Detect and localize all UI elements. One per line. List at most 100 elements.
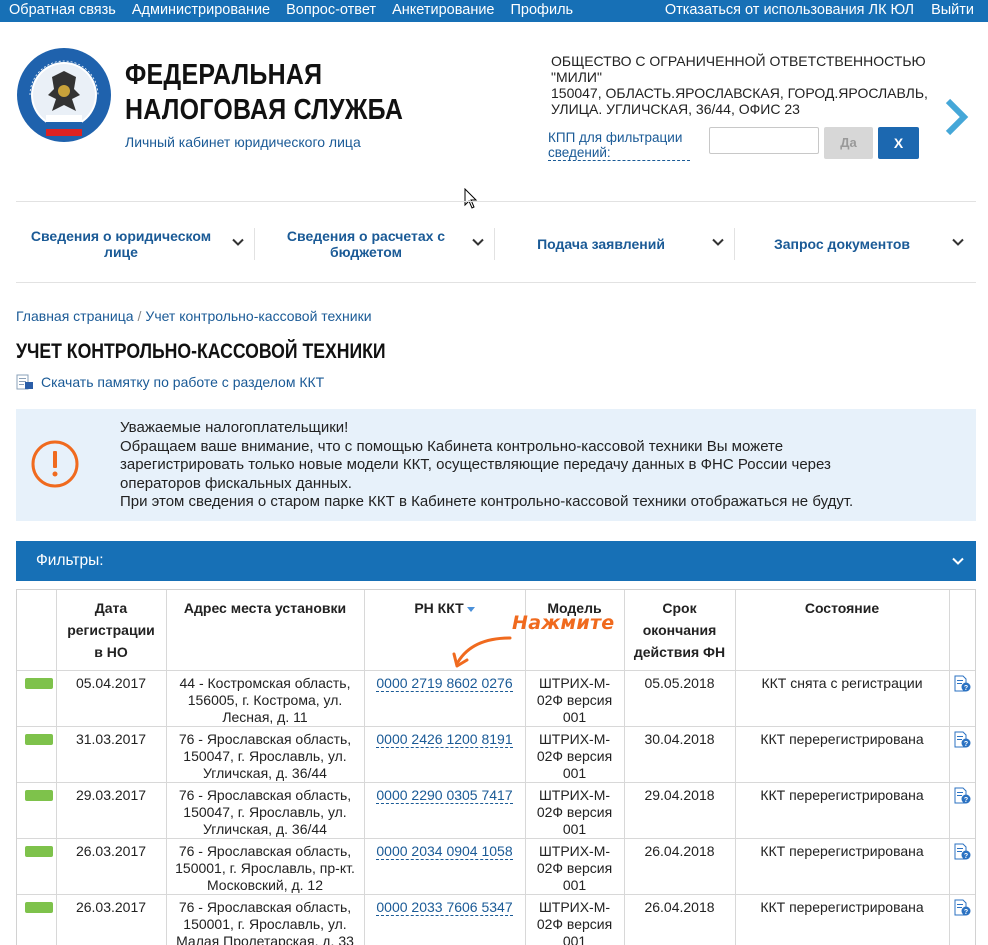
top-bar: Обратная связь Администрирование Вопрос-… [0,0,988,22]
cell-address: 76 - Ярославская область, 150001, г. Ярос… [165,838,364,895]
status-indicator [25,733,53,745]
status-indicator-cell [17,894,56,945]
document-info-icon[interactable]: ? [953,899,971,917]
organization-info: ОБЩЕСТВО С ОГРАНИЧЕННОЙ ОТВЕТСТВЕННОСТЬЮ… [551,53,941,117]
top-bar-left: Обратная связь Администрирование Вопрос-… [9,2,589,18]
nav-item-documents[interactable]: Запрос документов [736,226,976,262]
nav-item-budget[interactable]: Сведения о расчетах с бюджетом [256,226,494,262]
rn-kkt-link[interactable]: 0000 2033 7606 5347 [376,898,513,916]
chevron-down-icon [952,557,964,565]
org-address-line2: УЛИЦА. УГЛИЧСКАЯ, 36/44, ОФИС 23 [551,101,800,117]
filters-toggle[interactable]: Фильтры: [16,541,976,581]
model-line3: 001 [562,708,587,725]
model-line2: 02Ф версия [536,915,613,932]
click-hint: Нажмите [452,612,622,670]
cell-fn-expiry: 05.05.2018 [623,670,735,727]
link-logout[interactable]: Выйти [931,2,974,18]
nav-label-line2: бюджетом [329,244,403,260]
cell-fn-expiry: 29.04.2018 [623,782,735,839]
link-administration[interactable]: Администрирование [132,2,270,18]
rn-kkt-link[interactable]: 0000 2034 0904 1058 [376,842,513,860]
click-hint-label: Нажмите [512,612,615,634]
model-line2: 02Ф версия [536,747,613,764]
model-line3: 001 [562,820,587,837]
cell-rn-kkt: 0000 2290 0305 7417 [363,782,525,839]
chevron-right-icon[interactable] [942,97,972,137]
download-memo-link[interactable]: Скачать памятку по работе с разделом ККТ [16,374,324,390]
link-feedback[interactable]: Обратная связь [9,2,116,18]
kpp-filter-label[interactable]: КПП для фильтрации сведений: [548,130,690,161]
cell-status: ККТ перерегистрирована [734,726,949,783]
brand-title-line2: НАЛОГОВАЯ СЛУЖБА [125,94,404,126]
address-line1: 76 - Ярославская область, [178,730,352,747]
notice-text: Уважаемые налогоплательщики! Обращаем ва… [120,419,940,512]
nav-divider [734,228,735,260]
kpp-apply-button[interactable]: Да [824,127,873,159]
kpp-clear-button[interactable]: X [878,127,919,159]
rn-kkt-link[interactable]: 0000 2719 8602 0276 [376,674,513,692]
cell-rn-kkt: 0000 2426 1200 8191 [363,726,525,783]
cell-address: 76 - Ярославская область, 150001, г. Ярос… [165,894,364,945]
address-line1: 76 - Ярославская область, [178,842,352,859]
link-opt-out[interactable]: Отказаться от использования ЛК ЮЛ [665,2,914,18]
cell-actions: ? [948,838,975,895]
header-date-line1: Дата [94,600,128,616]
svg-text:?: ? [964,797,968,804]
fns-emblem-logo[interactable] [16,45,112,147]
address-line2: 156005, г. Кострома, ул. [187,691,343,708]
model-line2: 02Ф версия [536,859,613,876]
notice-line3: зарегистрировать только новые модели ККТ… [120,456,831,473]
address-line3: Московский, д. 12 [206,876,324,893]
cell-model: ШТРИХ-М- 02Ф версия 001 [524,838,624,895]
cell-date: 05.04.2017 [55,670,166,727]
kpp-input[interactable] [709,127,819,154]
cell-model: ШТРИХ-М- 02Ф версия 001 [524,670,624,727]
cell-date: 26.03.2017 [55,894,166,945]
model-line3: 001 [562,876,587,893]
address-line1: 76 - Ярославская область, [178,786,352,803]
svg-text:?: ? [964,685,968,692]
cell-actions: ? [948,670,975,727]
cell-rn-kkt: 0000 2034 0904 1058 [363,838,525,895]
link-faq[interactable]: Вопрос-ответ [286,2,376,18]
nav-item-legal-entity[interactable]: Сведения о юридическом лице [16,226,254,262]
cell-date: 26.03.2017 [55,838,166,895]
document-info-icon[interactable]: ? [953,787,971,805]
header-date: Дата регистрации в НО [55,590,166,671]
rn-kkt-link[interactable]: 0000 2426 1200 8191 [376,730,513,748]
address-line3: Малая Пролетарская, д. 33 [176,932,354,945]
filters-label: Фильтры: [36,552,104,569]
address-line2: 150047, г. Ярославль, ул. [183,803,347,820]
notice-line5: При этом сведения о старом парке ККТ в К… [120,493,854,510]
link-profile[interactable]: Профиль [511,2,574,18]
nav-item-applications[interactable]: Подача заявлений [496,226,734,262]
table-row: 05.04.2017 44 - Костромская область, 15600… [17,670,975,727]
table-row: 31.03.2017 76 - Ярославская область, 15004… [17,726,975,783]
header-date-line3: в НО [94,644,128,660]
cell-date: 31.03.2017 [55,726,166,783]
header-date-line2: регистрации [67,622,155,638]
document-info-icon[interactable]: ? [953,843,971,861]
header-actions [948,590,975,671]
model-line3: 001 [562,764,587,781]
cell-rn-kkt: 0000 2719 8602 0276 [363,670,525,727]
link-survey[interactable]: Анкетирование [392,2,494,18]
kpp-label-line2: сведений: [548,145,611,160]
nav-item-label: Запрос документов [736,236,948,252]
model-line1: ШТРИХ-М- [538,786,611,803]
cell-rn-kkt: 0000 2033 7606 5347 [363,894,525,945]
header-status: Состояние [734,590,949,671]
document-info-icon[interactable]: ? [953,731,971,749]
chevron-down-icon [232,238,244,246]
cell-status: ККТ перерегистрирована [734,782,949,839]
org-name-line2: "МИЛИ" [551,69,602,85]
breadcrumb-home[interactable]: Главная страница [16,308,134,324]
rn-kkt-link[interactable]: 0000 2290 0305 7417 [376,786,513,804]
breadcrumb-separator: / [137,308,142,324]
cell-address: 76 - Ярославская область, 150047, г. Ярос… [165,726,364,783]
status-indicator [25,845,53,857]
model-line1: ШТРИХ-М- [538,898,611,915]
breadcrumb-current[interactable]: Учет контрольно-кассовой техники [145,308,371,324]
address-line3: Угличская, д. 36/44 [203,820,327,837]
document-info-icon[interactable]: ? [953,675,971,693]
